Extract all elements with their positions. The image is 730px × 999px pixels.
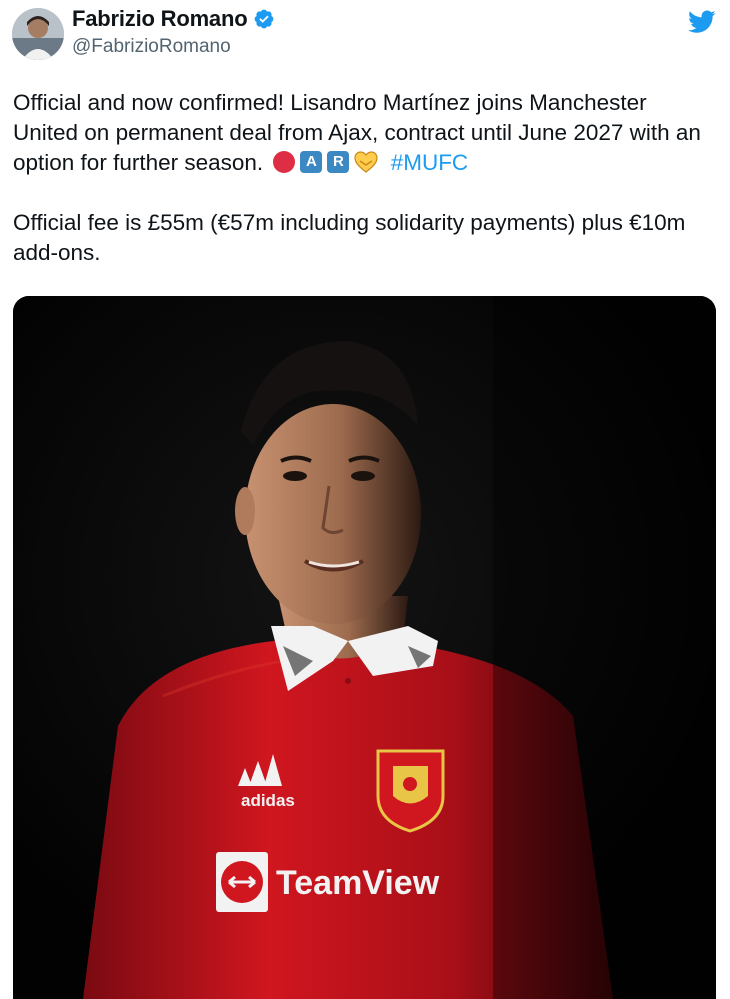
handshake-emoji-icon (354, 151, 379, 173)
emoji-group: A R (273, 151, 379, 173)
player-photo: adidas TeamView (13, 296, 716, 999)
hashtag-link[interactable]: #MUFC (391, 150, 469, 175)
avatar[interactable] (12, 8, 64, 60)
letter-a-emoji-icon: A (300, 151, 323, 173)
avatar-photo-icon (12, 8, 64, 60)
red-circle-emoji-icon (273, 151, 296, 173)
tweet-media-photo[interactable]: adidas TeamView (13, 296, 716, 999)
club-crest-icon (376, 749, 445, 833)
twitter-bird-icon[interactable] (688, 10, 716, 34)
tweet-paragraph-1: Official and now confirmed! Lisandro Mar… (13, 88, 713, 178)
letter-r-emoji-icon: R (327, 151, 350, 173)
author-display-name[interactable]: Fabrizio Romano (72, 6, 248, 32)
tweet-card: Fabrizio Romano @FabrizioRomano Official… (0, 0, 730, 999)
adidas-wordmark: adidas (241, 791, 295, 810)
sponsor-wordmark: TeamView (276, 864, 440, 902)
tweet-paragraph-2: Official fee is £55m (€57m including sol… (13, 210, 686, 265)
verified-badge-icon (255, 9, 274, 29)
author-handle[interactable]: @FabrizioRomano (72, 36, 231, 58)
tweet-text: Official and now confirmed! Lisandro Mar… (13, 88, 713, 268)
